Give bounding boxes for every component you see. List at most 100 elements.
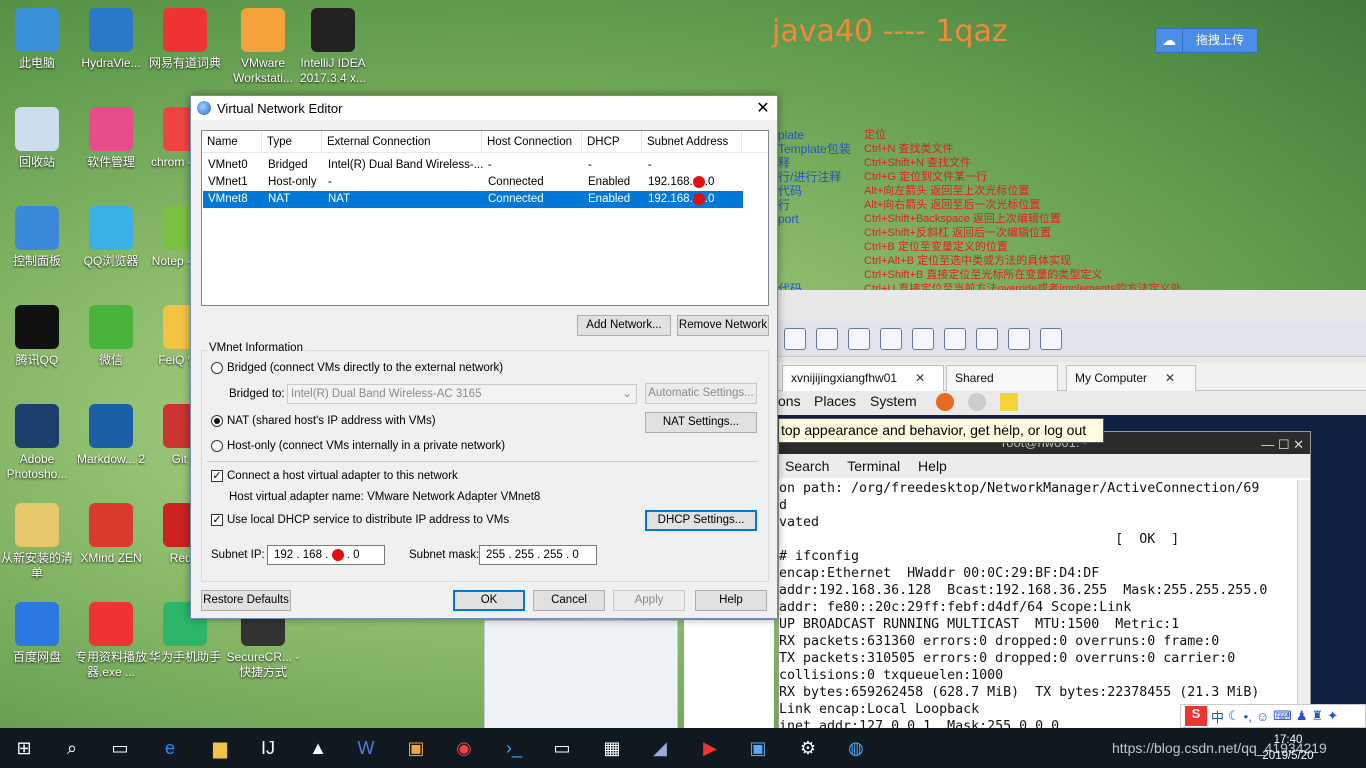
- word-icon[interactable]: W: [352, 734, 380, 762]
- window-controls[interactable]: — ☐ ✕: [1261, 434, 1304, 456]
- apply-button[interactable]: Apply: [613, 590, 685, 611]
- table-row-selected[interactable]: VMnet8 NAT NAT Connected Enabled 192.168…: [203, 191, 743, 208]
- help-menu[interactable]: Help: [918, 458, 947, 474]
- tab-my-computer[interactable]: My Computer ✕: [1066, 365, 1196, 391]
- tab-shared-vms[interactable]: Shared VMs✕: [946, 365, 1058, 409]
- column-subnet[interactable]: Subnet Address: [642, 131, 742, 152]
- desktop-icon-qq-browser[interactable]: QQ浏览器: [74, 206, 148, 269]
- desktop-icon-control-panel[interactable]: 控制面板: [0, 206, 74, 269]
- dhcp-settings-button[interactable]: DHCP Settings...: [645, 510, 757, 531]
- file-explorer-icon[interactable]: ▆: [206, 734, 234, 762]
- close-icon[interactable]: ✕: [915, 371, 925, 385]
- automatic-settings-button[interactable]: Automatic Settings...: [645, 383, 757, 404]
- subnet-mask-input[interactable]: 255 . 255 . 255 . 0: [479, 545, 597, 565]
- media-player-icon[interactable]: ▶: [696, 734, 724, 762]
- help-button[interactable]: Help: [695, 590, 767, 611]
- snapshot-icon[interactable]: [784, 328, 806, 350]
- dialog-title: Virtual Network Editor: [217, 100, 343, 116]
- desktop-icon-recycle-bin[interactable]: 回收站: [0, 107, 74, 170]
- emoji-icon[interactable]: ☺: [1256, 709, 1269, 724]
- desktop-icon-photoshop[interactable]: Adobe Photosho...: [0, 404, 74, 482]
- fullscreen-icon[interactable]: [976, 328, 998, 350]
- photos-icon[interactable]: ▲: [304, 734, 332, 762]
- ime-mode[interactable]: 中: [1211, 707, 1224, 726]
- tab-vm[interactable]: xvnijijingxiangfhw01 ✕: [782, 365, 944, 391]
- nat-settings-button[interactable]: NAT Settings...: [645, 412, 757, 433]
- system-tool-icon[interactable]: ▦: [598, 734, 626, 762]
- applications-menu[interactable]: ons: [778, 393, 801, 409]
- column-external[interactable]: External Connection: [322, 131, 482, 152]
- column-type[interactable]: Type: [262, 131, 322, 152]
- console-view-icon[interactable]: [912, 328, 934, 350]
- settings-gear-icon[interactable]: ⚙: [794, 734, 822, 762]
- desktop-icon-computer[interactable]: 此电脑: [0, 8, 74, 71]
- places-menu[interactable]: Places: [814, 393, 856, 409]
- chrome-icon[interactable]: ◉: [450, 734, 478, 762]
- fit-icon[interactable]: [1008, 328, 1030, 350]
- user-icon[interactable]: ♟: [1296, 708, 1308, 724]
- tools-icon[interactable]: ✦: [1327, 708, 1338, 724]
- nat-radio[interactable]: NAT (shared host's IP address with VMs): [211, 415, 436, 427]
- desktop-icon-markdown[interactable]: Markdow... 2: [74, 404, 148, 467]
- punctuation-icon[interactable]: •,: [1244, 709, 1252, 724]
- search-icon[interactable]: ⌕: [58, 734, 86, 762]
- system-menu[interactable]: System: [870, 393, 917, 409]
- column-dhcp[interactable]: DHCP: [582, 131, 642, 152]
- close-icon[interactable]: ✕: [1165, 371, 1175, 385]
- terminal-menu-item[interactable]: Terminal: [847, 458, 900, 474]
- desktop-icon-baidu-pan[interactable]: 百度网盘: [0, 602, 74, 665]
- column-name[interactable]: Name: [202, 131, 262, 152]
- column-host[interactable]: Host Connection: [482, 131, 582, 152]
- close-icon[interactable]: ✕: [749, 98, 777, 118]
- connect-adapter-checkbox[interactable]: ✓ Connect a host virtual adapter to this …: [211, 470, 458, 482]
- bridged-radio[interactable]: Bridged (connect VMs directly to the ext…: [211, 362, 503, 374]
- clock[interactable]: 17:40 2019/5/20: [1258, 732, 1318, 764]
- skin-icon[interactable]: ♜: [1312, 708, 1324, 724]
- upload-button[interactable]: ☁ 拖拽上传: [1155, 28, 1258, 53]
- bridged-to-select[interactable]: Intel(R) Dual Band Wireless-AC 3165 ⌄: [287, 384, 637, 404]
- windows-start-icon[interactable]: ⊞: [10, 734, 38, 762]
- restore-defaults-button[interactable]: Restore Defaults: [201, 590, 291, 611]
- powershell-icon[interactable]: ›_: [500, 734, 528, 762]
- firefox-icon[interactable]: [936, 393, 954, 411]
- task-view-icon[interactable]: ▭: [106, 734, 134, 762]
- desktop-icon-intellij[interactable]: IntelliJ IDEA 2017.3.4 x...: [296, 8, 370, 86]
- snapshot-manager-icon[interactable]: [848, 328, 870, 350]
- desktop-icon-folder[interactable]: 从新安装的清单: [0, 503, 74, 581]
- library-icon[interactable]: [1040, 328, 1062, 350]
- snapshot-restore-icon[interactable]: [816, 328, 838, 350]
- remove-network-button[interactable]: Remove Network: [677, 315, 769, 336]
- desktop-icon-player[interactable]: 专用资料播放器.exe ...: [74, 602, 148, 680]
- desktop-icon-vmware[interactable]: VMware Workstati...: [226, 8, 300, 86]
- screen-icon[interactable]: ▣: [744, 734, 772, 762]
- desktop-icon-hydra[interactable]: HydraVie...: [74, 8, 148, 71]
- moon-icon[interactable]: ☾: [1228, 708, 1240, 724]
- sogou-icon[interactable]: S: [1185, 706, 1207, 726]
- notes-icon[interactable]: [1000, 393, 1018, 411]
- unity-icon[interactable]: [944, 328, 966, 350]
- network-icon[interactable]: ◍: [842, 734, 870, 762]
- notes-icon[interactable]: ◢: [646, 734, 674, 762]
- desktop-icon-wechat[interactable]: 微信: [74, 305, 148, 368]
- desktop-icon-qq[interactable]: 腾讯QQ: [0, 305, 74, 368]
- cancel-button[interactable]: Cancel: [533, 590, 605, 611]
- add-network-button[interactable]: Add Network...: [577, 315, 671, 336]
- desktop-icon-software-manager[interactable]: 软件管理: [74, 107, 148, 170]
- desktop-icon-xmind[interactable]: XMind ZEN: [74, 503, 148, 566]
- keyboard-icon[interactable]: ⌨: [1273, 708, 1292, 724]
- vmware-icon[interactable]: ▣: [402, 734, 430, 762]
- desktop-icon-youdao[interactable]: 网易有道词典: [148, 8, 222, 71]
- clock-icon[interactable]: [880, 328, 902, 350]
- mail-icon[interactable]: [968, 393, 986, 411]
- table-row[interactable]: VMnet1 Host-only - Connected Enabled 192…: [203, 174, 768, 191]
- ok-button[interactable]: OK: [453, 590, 525, 611]
- host-only-radio[interactable]: Host-only (connect VMs internally in a p…: [211, 440, 505, 452]
- intellij-icon[interactable]: IJ: [254, 734, 282, 762]
- cmd-icon[interactable]: ▭: [548, 734, 576, 762]
- table-row[interactable]: VMnet0 Bridged Intel(R) Dual Band Wirele…: [203, 157, 768, 174]
- search-menu[interactable]: Search: [785, 458, 829, 474]
- use-dhcp-checkbox[interactable]: ✓ Use local DHCP service to distribute IP…: [211, 514, 509, 526]
- subnet-ip-input[interactable]: 192 . 168 . . 0: [267, 545, 385, 565]
- edge-icon[interactable]: e: [156, 734, 184, 762]
- terminal-scrollbar[interactable]: [1297, 480, 1310, 730]
